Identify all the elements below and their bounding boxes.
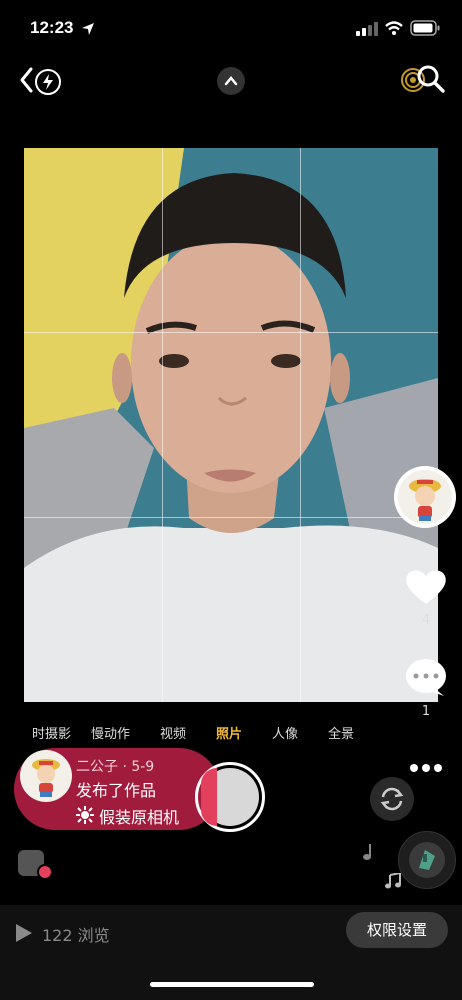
flip-camera-button[interactable] — [370, 777, 414, 821]
card-name-date: 二公子 · 5-9 — [76, 759, 155, 775]
mode-timelapse[interactable]: 时摄影 — [32, 723, 71, 742]
chevron-up-icon — [224, 76, 238, 86]
selfie-photo — [24, 148, 438, 702]
home-indicator[interactable] — [150, 982, 314, 987]
comment-count: 1 — [421, 704, 431, 719]
card-tag[interactable]: 假装原相机 — [99, 804, 179, 828]
chevron-up-button[interactable] — [217, 67, 245, 95]
mode-photo[interactable]: 照片 — [216, 723, 242, 742]
flash-icon[interactable] — [34, 68, 62, 96]
viewfinder[interactable] — [24, 148, 438, 702]
signal-icon — [356, 22, 378, 36]
music-disc-icon — [409, 842, 445, 878]
camera-effect-icon — [76, 806, 94, 824]
author-avatar-button[interactable] — [394, 466, 456, 528]
mode-slowmo[interactable]: 慢动作 — [91, 723, 130, 742]
shutter-indicator — [201, 768, 217, 826]
battery-icon — [410, 20, 440, 36]
card-action: 发布了作品 — [76, 781, 157, 800]
flip-camera-icon — [380, 787, 404, 811]
permission-settings-button[interactable]: 权限设置 — [346, 912, 448, 948]
mode-pano[interactable]: 全景 — [328, 723, 354, 742]
music-disc-button[interactable] — [398, 831, 456, 889]
play-icon — [16, 924, 32, 942]
mode-video[interactable]: 视频 — [160, 723, 186, 742]
like-count: 4 — [421, 613, 431, 628]
author-avatar — [398, 470, 452, 524]
wifi-icon — [385, 21, 403, 35]
more-icon[interactable] — [408, 760, 444, 776]
music-note-icon — [363, 844, 371, 860]
search-icon[interactable] — [416, 64, 446, 94]
gallery-badge — [37, 864, 53, 880]
status-time: 12:23 — [30, 18, 74, 37]
view-count: 122 浏览 — [42, 926, 110, 945]
like-icon[interactable] — [404, 566, 448, 606]
comment-icon[interactable] — [404, 658, 448, 698]
card-avatar[interactable] — [20, 750, 72, 802]
card-avatar-image — [32, 759, 60, 797]
location-arrow-icon — [82, 23, 94, 35]
mode-portrait[interactable]: 人像 — [272, 723, 298, 742]
